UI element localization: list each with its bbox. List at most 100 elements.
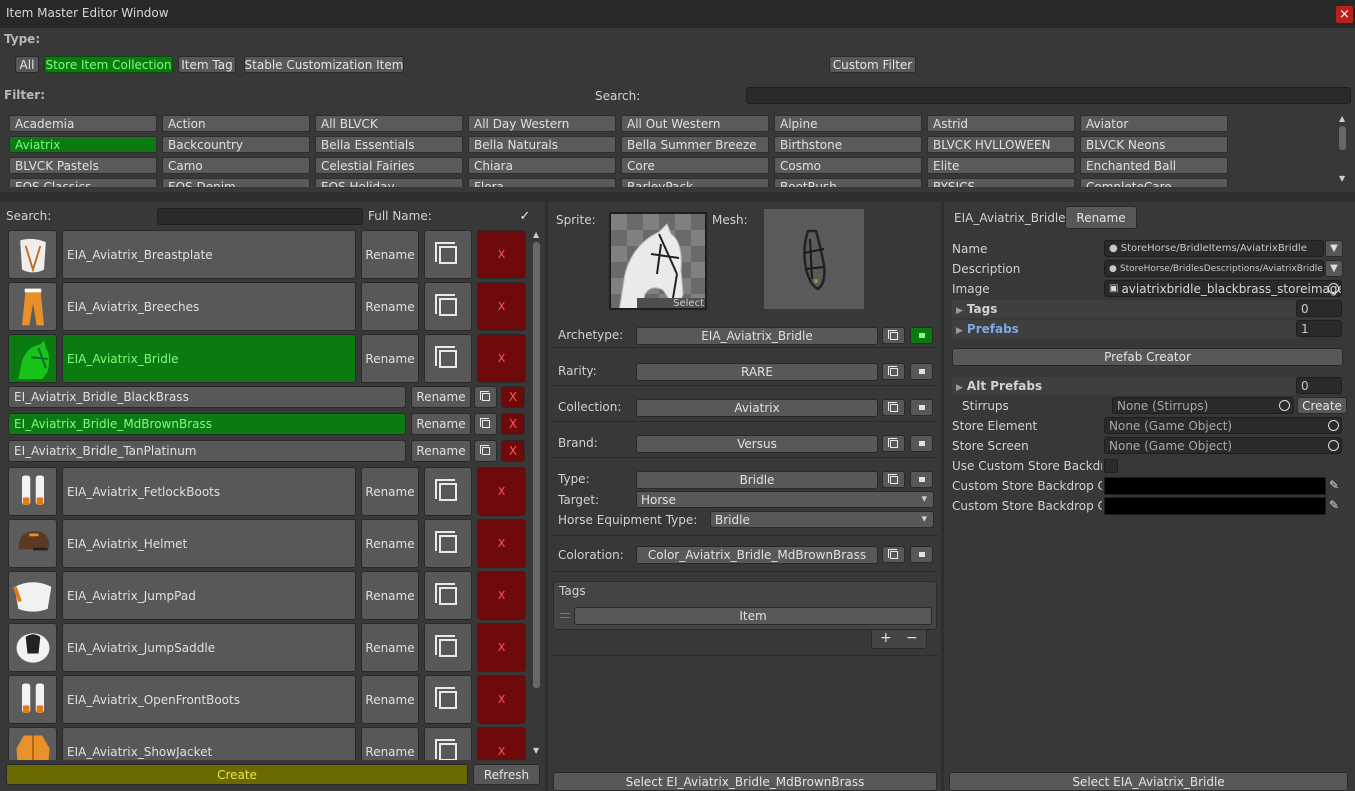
delete-button[interactable]: X: [477, 467, 526, 516]
select-subitem-button[interactable]: Select EI_Aviatrix_Bridle_MdBrownBrass: [553, 772, 937, 791]
rarity-field[interactable]: RARE: [636, 363, 878, 381]
eyedropper-icon[interactable]: ✎: [1329, 498, 1339, 512]
item-name-button[interactable]: EIA_Aviatrix_Breeches: [62, 282, 356, 331]
filter-cosmo-button[interactable]: Cosmo: [774, 157, 922, 174]
item-name-button[interactable]: EIA_Aviatrix_ShowJacket: [62, 727, 356, 760]
filter-camo-button[interactable]: Camo: [162, 157, 310, 174]
coloration-field[interactable]: Color_Aviatrix_Bridle_MdBrownBrass: [636, 546, 878, 564]
filter-eos-holiday-button[interactable]: EOS Holiday: [315, 178, 463, 187]
tags-foldout[interactable]: ▶ Tags: [952, 300, 1296, 318]
filter-enchanted-ball-button[interactable]: Enchanted Ball: [1080, 157, 1228, 174]
description-field[interactable]: ● StoreHorse/BridlesDescriptions/Aviatrix…: [1104, 260, 1324, 277]
delete-button[interactable]: X: [477, 282, 526, 331]
store-screen-field[interactable]: None (Game Object): [1104, 437, 1342, 454]
coloration-copy-button[interactable]: [882, 546, 905, 563]
filter-bootrush-button[interactable]: BootRush: [774, 178, 922, 187]
delete-button[interactable]: X: [477, 623, 526, 672]
type-item-tag-button[interactable]: Item Tag: [178, 56, 236, 73]
filter-core-button[interactable]: Core: [621, 157, 769, 174]
filter-blvck-neons-button[interactable]: BLVCK Neons: [1080, 136, 1228, 153]
scroll-up-icon[interactable]: ▲: [533, 230, 539, 239]
filter-bella-naturals-button[interactable]: Bella Naturals: [468, 136, 616, 153]
rename-button[interactable]: Rename: [361, 727, 419, 760]
custom-backdrop-color-2-field[interactable]: [1104, 497, 1326, 515]
filter-elite-button[interactable]: Elite: [927, 157, 1075, 174]
rarity-open-button[interactable]: [910, 363, 933, 380]
duplicate-button[interactable]: [474, 413, 497, 435]
filter-bella-summer-breeze-button[interactable]: Bella Summer Breeze: [621, 136, 769, 153]
rename-button[interactable]: Rename: [361, 571, 419, 620]
item-name-button[interactable]: EIA_Aviatrix_JumpSaddle: [62, 623, 356, 672]
item-name-button[interactable]: EIA_Aviatrix_OpenFrontBoots: [62, 675, 356, 724]
brand-open-button[interactable]: [910, 435, 933, 452]
rename-button[interactable]: Rename: [411, 413, 471, 435]
duplicate-button[interactable]: [474, 440, 497, 462]
sprite-preview[interactable]: Select: [609, 212, 707, 310]
add-tag-button[interactable]: +: [880, 630, 892, 646]
rename-button[interactable]: Rename: [411, 440, 471, 462]
duplicate-button[interactable]: [474, 386, 497, 408]
type-copy-button[interactable]: [882, 471, 905, 488]
duplicate-button[interactable]: [424, 519, 472, 568]
alt-prefabs-count[interactable]: 0: [1296, 377, 1342, 394]
fullname-checkbox[interactable]: ✓: [517, 208, 533, 224]
filter-search-input[interactable]: [746, 87, 1351, 104]
filter-aviator-button[interactable]: Aviator: [1080, 115, 1228, 132]
store-element-picker-icon[interactable]: [1328, 420, 1339, 431]
name-field[interactable]: ● StoreHorse/BridleItems/AviatrixBridle: [1104, 240, 1324, 257]
item-name-button[interactable]: EIA_Aviatrix_JumpPad: [62, 571, 356, 620]
scroll-thumb[interactable]: [533, 242, 540, 688]
collection-open-button[interactable]: [910, 399, 933, 416]
brand-copy-button[interactable]: [882, 435, 905, 452]
type-store-item-collection-button[interactable]: Store Item Collection: [44, 56, 173, 73]
archetype-open-button[interactable]: [910, 327, 933, 344]
filter-blvck-pastels-button[interactable]: BLVCK Pastels: [9, 157, 157, 174]
archetype-copy-button[interactable]: [882, 327, 905, 344]
filter-barleypack-button[interactable]: BarleyPack: [621, 178, 769, 187]
equipment-type-dropdown[interactable]: Bridle: [710, 511, 934, 528]
filter-academia-button[interactable]: Academia: [9, 115, 157, 132]
prefabs-count[interactable]: 1: [1296, 320, 1342, 337]
duplicate-button[interactable]: [424, 467, 472, 516]
delete-button[interactable]: X: [501, 413, 525, 435]
delete-button[interactable]: X: [477, 727, 526, 760]
collection-field[interactable]: Aviatrix: [636, 399, 878, 417]
scroll-thumb[interactable]: [1339, 126, 1346, 150]
filter-action-button[interactable]: Action: [162, 115, 310, 132]
delete-button[interactable]: X: [501, 386, 525, 408]
collection-copy-button[interactable]: [882, 399, 905, 416]
duplicate-button[interactable]: [424, 727, 472, 760]
rename-button[interactable]: Rename: [361, 519, 419, 568]
duplicate-button[interactable]: [424, 230, 472, 279]
duplicate-button[interactable]: [424, 675, 472, 724]
filter-all-out-western-button[interactable]: All Out Western: [621, 115, 769, 132]
rename-button[interactable]: Rename: [361, 334, 419, 383]
subitem-name-button[interactable]: EI_Aviatrix_Bridle_MdBrownBrass: [8, 413, 406, 435]
duplicate-button[interactable]: [424, 623, 472, 672]
filter-scrollbar[interactable]: ▲ ▼: [1337, 114, 1349, 186]
custom-filter-button[interactable]: Custom Filter: [829, 56, 916, 73]
scroll-up-icon[interactable]: ▲: [1339, 114, 1345, 123]
store-screen-picker-icon[interactable]: [1328, 440, 1339, 451]
create-button[interactable]: Create: [6, 764, 468, 785]
filter-alpine-button[interactable]: Alpine: [774, 115, 922, 132]
refresh-button[interactable]: Refresh: [473, 764, 540, 785]
rename-button[interactable]: Rename: [361, 675, 419, 724]
list-search-input[interactable]: [157, 208, 363, 225]
duplicate-button[interactable]: [424, 334, 472, 383]
sprite-select-button[interactable]: Select: [637, 298, 705, 308]
filter-all-blvck-button[interactable]: All BLVCK: [315, 115, 463, 132]
stirrups-picker-icon[interactable]: [1279, 400, 1290, 411]
filter-all-day-western-button[interactable]: All Day Western: [468, 115, 616, 132]
delete-button[interactable]: X: [477, 675, 526, 724]
tag-drag-handle-icon[interactable]: [560, 613, 570, 618]
archetype-field[interactable]: EIA_Aviatrix_Bridle: [636, 327, 878, 345]
rename-button[interactable]: Rename: [361, 230, 419, 279]
remove-tag-button[interactable]: −: [906, 630, 918, 646]
delete-button[interactable]: X: [477, 519, 526, 568]
stirrups-field[interactable]: None (Stirrups): [1112, 397, 1294, 414]
store-element-field[interactable]: None (Game Object): [1104, 417, 1342, 434]
filter-bysics-button[interactable]: BYSICS: [927, 178, 1075, 187]
rarity-copy-button[interactable]: [882, 363, 905, 380]
delete-button[interactable]: X: [477, 230, 526, 279]
